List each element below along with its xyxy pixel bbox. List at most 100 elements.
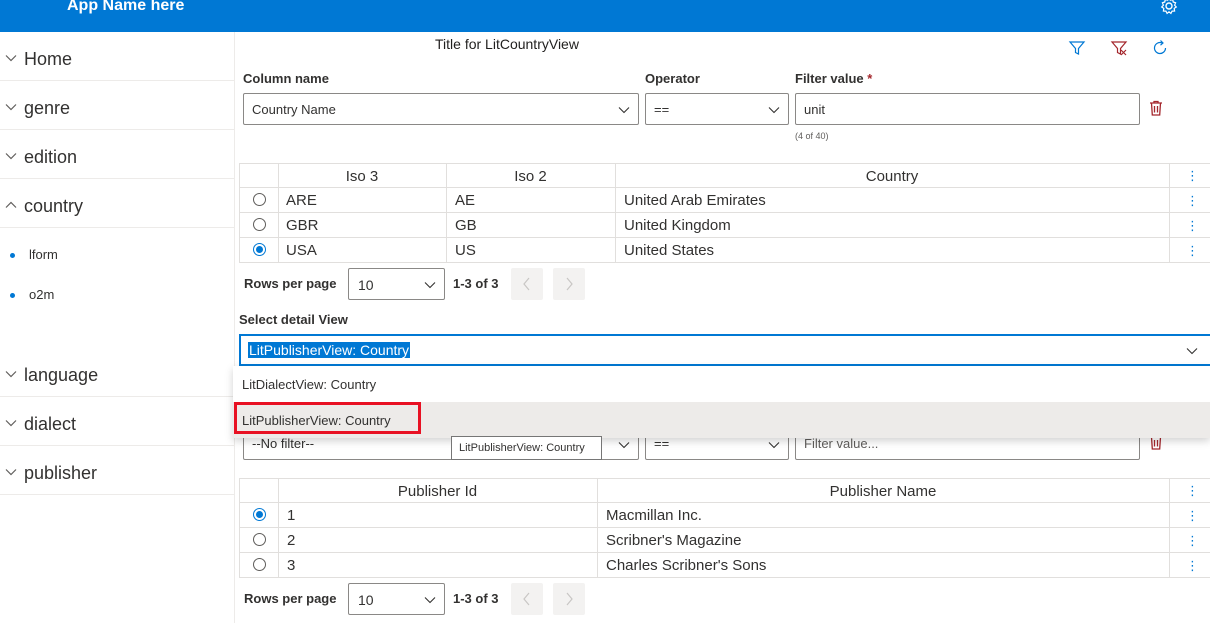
next-page-button[interactable] — [553, 583, 585, 615]
column-header-publisher-name[interactable]: Publisher Name — [597, 483, 1169, 500]
sidebar-item-label: Home — [24, 49, 73, 69]
chevron-down-icon — [1186, 348, 1198, 355]
row-menu-icon[interactable]: ⋮ — [1186, 194, 1199, 207]
detail-view-combobox[interactable]: LitPublisherView: Country — [239, 334, 1210, 366]
chevron-down-icon — [5, 104, 17, 111]
chevron-down-icon — [424, 597, 436, 604]
chevron-right-icon — [566, 277, 573, 291]
filter-value-label: Filter value * — [795, 71, 872, 86]
chevron-down-icon — [5, 55, 17, 62]
operator-select[interactable]: == — [645, 93, 789, 125]
chevron-down-icon — [5, 371, 17, 378]
cell-iso3: ARE — [286, 192, 317, 209]
next-page-button[interactable] — [553, 268, 585, 300]
filter-icon[interactable] — [1068, 39, 1086, 57]
chevron-down-icon — [768, 442, 780, 449]
sidebar-subitem-o2m[interactable]: o2m — [0, 274, 234, 314]
sidebar-subitem-lform[interactable]: lform — [0, 234, 234, 274]
cell-publisher-name: Scribner's Magazine — [606, 532, 742, 549]
prev-page-button[interactable] — [511, 583, 543, 615]
row-radio[interactable] — [253, 193, 266, 206]
view-title: Title for LitCountryView — [435, 36, 579, 52]
detail-view-selected-text: LitPublisherView: Country — [248, 342, 411, 358]
row-radio-selected[interactable] — [253, 243, 266, 256]
row-radio[interactable] — [253, 218, 266, 231]
sidebar-item-label: edition — [24, 147, 78, 167]
column-header-iso2[interactable]: Iso 2 — [446, 168, 615, 185]
operator-value: == — [654, 102, 670, 117]
row-menu-icon[interactable]: ⋮ — [1186, 509, 1199, 522]
chevron-down-icon — [424, 282, 436, 289]
cell-iso3: GBR — [286, 217, 319, 234]
publisher-filter-placeholder: Filter value... — [804, 436, 879, 451]
cell-publisher-id: 1 — [287, 507, 296, 524]
sidebar-subitem-label: lform — [29, 247, 58, 262]
tooltip-text: LitPublisherView: Country — [459, 442, 585, 454]
filter-value-label-text: Filter value — [795, 71, 864, 86]
gear-icon[interactable] — [1159, 0, 1179, 16]
sidebar-subitem-label: o2m — [29, 287, 55, 302]
page-range: 1-3 of 3 — [453, 591, 499, 606]
sidebar-item-publisher[interactable]: publisher — [0, 446, 234, 495]
sidebar-item-label: country — [24, 196, 84, 216]
cell-iso3: USA — [286, 242, 317, 259]
filter-value-input[interactable]: unit — [795, 93, 1140, 125]
chevron-down-icon — [5, 153, 17, 160]
sidebar-item-edition[interactable]: edition — [0, 130, 234, 179]
chevron-down-icon — [768, 107, 780, 114]
sidebar-item-label: language — [24, 365, 99, 385]
cell-country: United Arab Emirates — [624, 192, 766, 209]
page-range: 1-3 of 3 — [453, 276, 499, 291]
row-radio[interactable] — [253, 558, 266, 571]
sidebar-item-genre[interactable]: genre — [0, 81, 234, 130]
sidebar-item-dialect[interactable]: dialect — [0, 397, 234, 446]
filter-count-hint: (4 of 40) — [795, 131, 829, 141]
dropdown-option-dialect[interactable]: LitDialectView: Country — [233, 366, 1210, 402]
publisher-operator-value: == — [654, 436, 670, 451]
sidebar-item-language[interactable]: language — [0, 348, 234, 397]
chevron-up-icon — [5, 201, 17, 208]
sidebar-item-country[interactable]: country — [0, 179, 234, 228]
chevron-right-icon — [566, 592, 573, 606]
column-header-country[interactable]: Country — [615, 168, 1169, 185]
row-radio[interactable] — [253, 533, 266, 546]
cell-publisher-id: 3 — [287, 557, 296, 574]
column-header-publisher-id[interactable]: Publisher Id — [278, 483, 597, 500]
trash-icon[interactable] — [1149, 100, 1163, 116]
sidebar-item-label: dialect — [24, 414, 77, 434]
detail-view-label: Select detail View — [239, 312, 348, 327]
sidebar: Home genre edition country lform o2m lan… — [0, 32, 235, 623]
column-name-select[interactable]: Country Name — [243, 93, 639, 125]
column-header-iso3[interactable]: Iso 3 — [278, 168, 446, 185]
column-menu-icon[interactable]: ⋮ — [1186, 169, 1199, 182]
column-name-value: Country Name — [252, 102, 336, 117]
cell-publisher-id: 2 — [287, 532, 296, 549]
filter-value-text: unit — [804, 102, 825, 117]
tooltip: LitPublisherView: Country — [451, 436, 602, 460]
chevron-down-icon — [5, 469, 17, 476]
app-name: App Name here — [67, 0, 185, 14]
chevron-left-icon — [523, 592, 530, 606]
refresh-icon[interactable] — [1151, 39, 1169, 57]
rows-per-page-value: 10 — [358, 277, 374, 293]
prev-page-button[interactable] — [511, 268, 543, 300]
rows-per-page-select[interactable]: 10 — [348, 583, 445, 615]
row-menu-icon[interactable]: ⋮ — [1186, 244, 1199, 257]
chevron-down-icon — [618, 107, 630, 114]
column-menu-icon[interactable]: ⋮ — [1186, 484, 1199, 497]
cell-iso2: AE — [455, 192, 476, 209]
row-menu-icon[interactable]: ⋮ — [1186, 219, 1199, 232]
required-mark: * — [867, 71, 873, 86]
top-bar: App Name here — [0, 0, 1210, 32]
clear-filter-icon[interactable] — [1110, 39, 1128, 57]
rows-per-page-label: Rows per page — [244, 591, 337, 606]
chevron-left-icon — [523, 277, 530, 291]
row-radio-selected[interactable] — [253, 508, 266, 521]
row-menu-icon[interactable]: ⋮ — [1186, 534, 1199, 547]
publisher-column-value: --No filter-- — [252, 436, 315, 451]
rows-per-page-select[interactable]: 10 — [348, 268, 445, 300]
row-menu-icon[interactable]: ⋮ — [1186, 559, 1199, 572]
cell-country: United States — [624, 242, 715, 259]
cell-country: United Kingdom — [624, 217, 731, 234]
sidebar-item-home[interactable]: Home — [0, 32, 234, 81]
